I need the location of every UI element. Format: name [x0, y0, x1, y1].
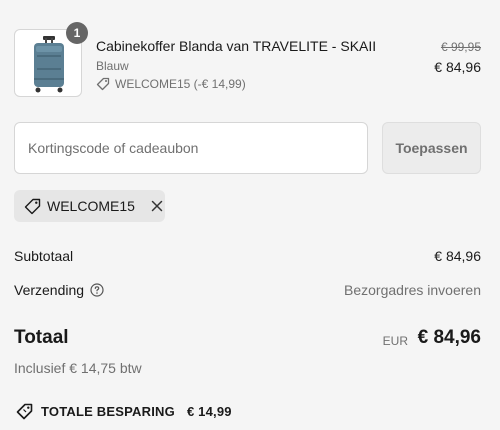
tag-icon	[96, 77, 110, 91]
product-price: € 84,96	[434, 59, 481, 75]
subtotal-value: € 84,96	[434, 248, 481, 264]
close-icon	[151, 200, 163, 212]
original-price: € 99,95	[440, 40, 481, 54]
quantity-badge: 1	[66, 22, 88, 44]
applied-code-chip: WELCOME15	[14, 190, 165, 222]
savings-label: TOTALE BESPARING	[41, 404, 175, 419]
savings-tag-icon	[16, 403, 33, 420]
shipping-value: Bezorgadres invoeren	[344, 282, 481, 298]
product-variant: Blauw	[96, 59, 129, 73]
help-icon[interactable]	[90, 283, 104, 297]
total-savings: TOTALE BESPARING € 14,99	[16, 403, 232, 420]
product-discount: WELCOME15 (-€ 14,99)	[96, 77, 246, 91]
applied-code-label: WELCOME15	[47, 198, 135, 214]
shipping-label: Verzending	[14, 282, 85, 298]
savings-value: € 14,99	[186, 404, 232, 419]
total-label: Totaal	[14, 327, 69, 348]
product-name: Cabinekoffer Blanda van TRAVELITE - SKAI…	[96, 38, 377, 54]
apply-button[interactable]: Toepassen	[382, 122, 481, 174]
subtotal-label: Subtotaal	[14, 248, 74, 264]
remove-code-button[interactable]	[151, 200, 163, 212]
discount-code-input[interactable]	[14, 122, 368, 174]
total-value: € 84,96	[417, 327, 481, 348]
shipping-row: Verzending	[14, 282, 104, 298]
total-currency: EUR	[382, 334, 408, 348]
product-discount-label: WELCOME15 (-€ 14,99)	[115, 77, 246, 91]
vat-note: Inclusief € 14,75 btw	[14, 360, 142, 376]
tag-icon	[24, 198, 41, 215]
